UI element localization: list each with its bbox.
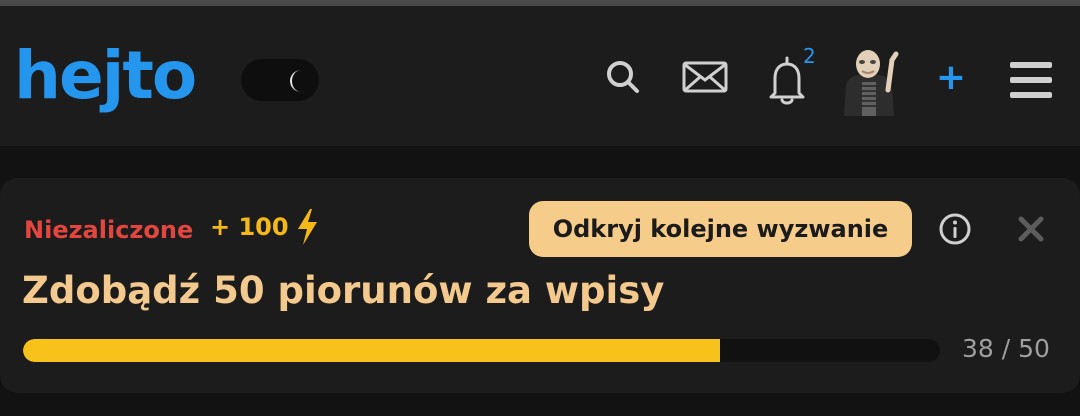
- bell-icon[interactable]: [768, 56, 806, 106]
- avatar[interactable]: [832, 46, 906, 120]
- top-header: hejto 2 +: [0, 6, 1080, 146]
- challenge-card: Niezaliczone + 100 Odkryj kolejne wyzwan…: [0, 178, 1080, 393]
- notification-count-badge: 2: [803, 44, 816, 68]
- challenge-status-label: Niezaliczone: [24, 216, 194, 244]
- theme-toggle[interactable]: [241, 59, 319, 101]
- progress-text: 38 / 50: [962, 334, 1050, 363]
- progress-bar: [23, 339, 940, 362]
- info-icon[interactable]: [938, 212, 972, 246]
- search-icon[interactable]: [604, 58, 642, 96]
- close-icon[interactable]: [1018, 216, 1044, 242]
- bolt-icon: [298, 209, 317, 245]
- moon-icon: [290, 70, 301, 92]
- challenge-title: Zdobądź 50 piorunów za wpisy: [22, 269, 665, 312]
- challenge-points: + 100: [210, 213, 289, 241]
- discover-next-challenge-button[interactable]: Odkryj kolejne wyzwanie: [529, 201, 912, 257]
- progress-bar-fill: [23, 339, 720, 362]
- mail-icon[interactable]: [682, 61, 728, 93]
- menu-icon[interactable]: [1010, 62, 1052, 98]
- site-logo[interactable]: hejto: [14, 36, 197, 116]
- add-post-button[interactable]: +: [934, 58, 968, 98]
